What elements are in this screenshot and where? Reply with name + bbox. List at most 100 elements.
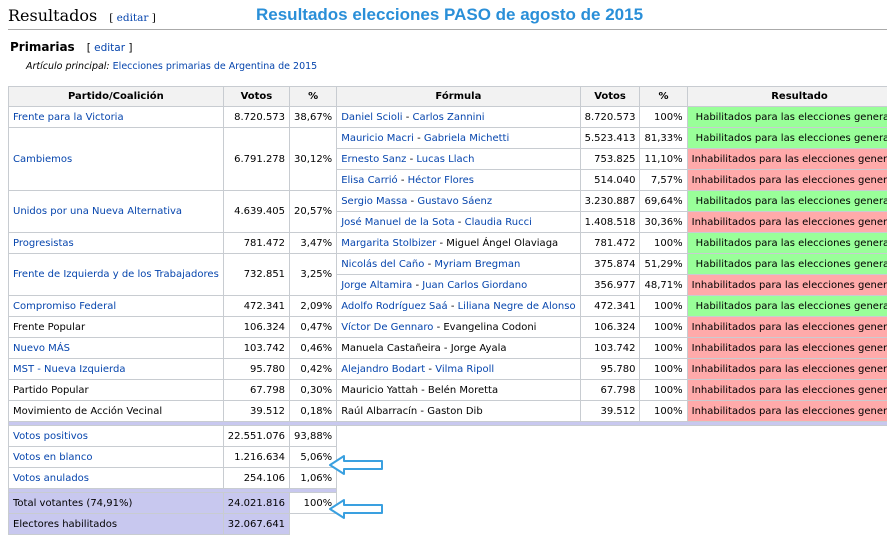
candidate-vicepresident: Miguel Ángel Olaviaga [446,237,559,249]
total-votes: 24.021.816 [222,492,291,514]
result-badge: Inhabilitados para las elecciones genera… [686,379,887,401]
formula-dash: - [425,363,436,375]
table-row: MST - Nueva Izquierda 95.780 0,42% Alejandr… [8,358,887,380]
table-row: Compromiso Federal 472.341 2,09% Adolfo Rod… [8,295,887,317]
party-link[interactable]: Compromiso Federal [13,301,116,312]
candidate-president[interactable]: Alejandro Bodart [341,364,425,375]
party-cell: Frente para la Victoria [8,106,224,128]
party-link[interactable]: Frente para la Victoria [13,112,124,123]
column-header: Votos [579,86,641,107]
candidate-president[interactable]: Jorge Altamira [341,280,412,291]
blank-cell [336,425,887,447]
party-name: Partido Popular [13,384,89,396]
party-percent: 20,57% [289,190,338,233]
formula-percent: 11,10% [639,148,688,170]
party-link[interactable]: Progresistas [13,238,74,249]
summary-percent: 93,88% [289,425,338,447]
party-link[interactable]: Nuevo MÁS [13,343,70,354]
edit-section-link[interactable]: editar [117,12,149,24]
candidate-president[interactable]: Adolfo Rodríguez Saá [341,301,447,312]
column-header: Partido/Coalición [8,86,224,107]
candidate-vicepresident[interactable]: Gustavo Sáenz [417,196,492,207]
formula-dash: - [412,279,423,291]
candidate-president[interactable]: José Manuel de la Sota [341,217,454,228]
formula-votes: 356.977 [579,274,641,296]
summary-votes: 254.106 [222,467,291,489]
party-percent: 0,30% [289,379,338,401]
party-name: Movimiento de Acción Vecinal [13,405,163,417]
total-votes: 32.067.641 [222,513,291,535]
party-link[interactable]: Unidos por una Nueva Alternativa [13,206,182,217]
formula-percent: 51,29% [639,253,688,275]
main-article-link[interactable]: Elecciones primarias de Argentina de 201… [113,61,318,72]
formula-dash: - [454,216,465,228]
summary-label-link[interactable]: Votos positivos [13,431,88,442]
party-votes: 8.720.573 [222,106,291,128]
formula-dash: - [417,384,428,396]
column-header: Fórmula [336,86,581,107]
party-link[interactable]: Cambiemos [13,154,72,165]
formula-percent: 100% [639,379,688,401]
candidate-president[interactable]: Daniel Scioli [341,112,402,123]
candidate-vicepresident: Jorge Ayala [450,342,507,354]
results-table: Partido/Coalición Votos% Fórmula Votos% Resu… [7,86,887,535]
formula-percent: 100% [639,358,688,380]
total-row: Total votantes (74,91%) 24.021.816 100% [8,492,887,514]
column-header: % [639,86,688,107]
party-percent: 0,47% [289,316,338,338]
formula-votes: 106.324 [579,316,641,338]
formula-votes: 5.523.413 [579,127,641,149]
formula-cell: Nicolás del Caño - Myriam Bregman [336,253,581,275]
candidate-president[interactable]: Mauricio Macri [341,133,414,144]
party-votes: 6.791.278 [222,127,291,191]
party-cell: Frente de Izquierda y de los Trabajadore… [8,253,224,296]
result-badge: Habilitados para las elecciones generale… [686,106,887,128]
party-link[interactable]: Frente de Izquierda y de los Trabajadore… [13,269,219,280]
formula-cell: Margarita Stolbizer - Miguel Ángel Olavi… [336,232,581,254]
formula-dash: - [402,111,413,123]
formula-votes: 67.798 [579,379,641,401]
party-votes: 4.639.405 [222,190,291,233]
candidate-president[interactable]: Ernesto Sanz [341,154,406,165]
formula-votes: 781.472 [579,232,641,254]
summary-row: Votos positivos 22.551.076 93,88% [8,425,887,447]
formula-percent: 100% [639,106,688,128]
summary-label-link[interactable]: Votos anulados [13,473,89,484]
result-badge: Habilitados para las elecciones generale… [686,232,887,254]
candidate-vicepresident[interactable]: Gabriela Michetti [424,133,509,144]
formula-cell: Manuela Castañeira - Jorge Ayala [336,337,581,359]
candidate-vicepresident[interactable]: Claudia Rucci [465,217,532,228]
candidate-vicepresident: Gaston Dib [427,405,483,417]
candidate-president[interactable]: Margarita Stolbizer [341,238,436,249]
party-link[interactable]: MST - Nueva Izquierda [13,364,125,375]
candidate-president[interactable]: Sergio Massa [341,196,407,207]
formula-votes: 103.742 [579,337,641,359]
formula-votes: 753.825 [579,148,641,170]
formula-percent: 100% [639,337,688,359]
candidate-president[interactable]: Elisa Carrió [341,175,397,186]
edit-subsection-link[interactable]: editar [94,42,125,54]
formula-cell: Mauricio Yattah - Belén Moretta [336,379,581,401]
candidate-president[interactable]: Nicolás del Caño [341,259,424,270]
candidate-president: Mauricio Yattah [341,384,418,396]
result-badge: Habilitados para las elecciones generale… [686,127,887,149]
party-percent: 30,12% [289,127,338,191]
candidate-vicepresident[interactable]: Lucas Llach [416,154,474,165]
candidate-vicepresident[interactable]: Liliana Negre de Alonso [458,301,576,312]
total-label: Total votantes (74,91%) [8,492,224,514]
summary-votes: 1.216.634 [222,446,291,468]
candidate-vicepresident[interactable]: Juan Carlos Giordano [422,280,527,291]
candidate-president[interactable]: Víctor De Gennaro [341,322,433,333]
column-header: Votos [222,86,291,107]
arrow-left-icon [329,455,383,475]
summary-label-link[interactable]: Votos en blanco [13,452,93,463]
subsection-title: Primarias [ editar ] [10,40,133,54]
candidate-vicepresident[interactable]: Héctor Flores [408,175,474,186]
formula-dash: - [417,405,428,417]
candidate-vicepresident[interactable]: Carlos Zannini [413,112,485,123]
total-row: Electores habilitados 32.067.641 [8,513,887,535]
column-header: Resultado [686,86,887,107]
candidate-vicepresident[interactable]: Myriam Bregman [434,259,520,270]
candidate-vicepresident[interactable]: Vilma Ripoll [435,364,494,375]
section-title: Resultados [ editar ] [8,6,156,25]
